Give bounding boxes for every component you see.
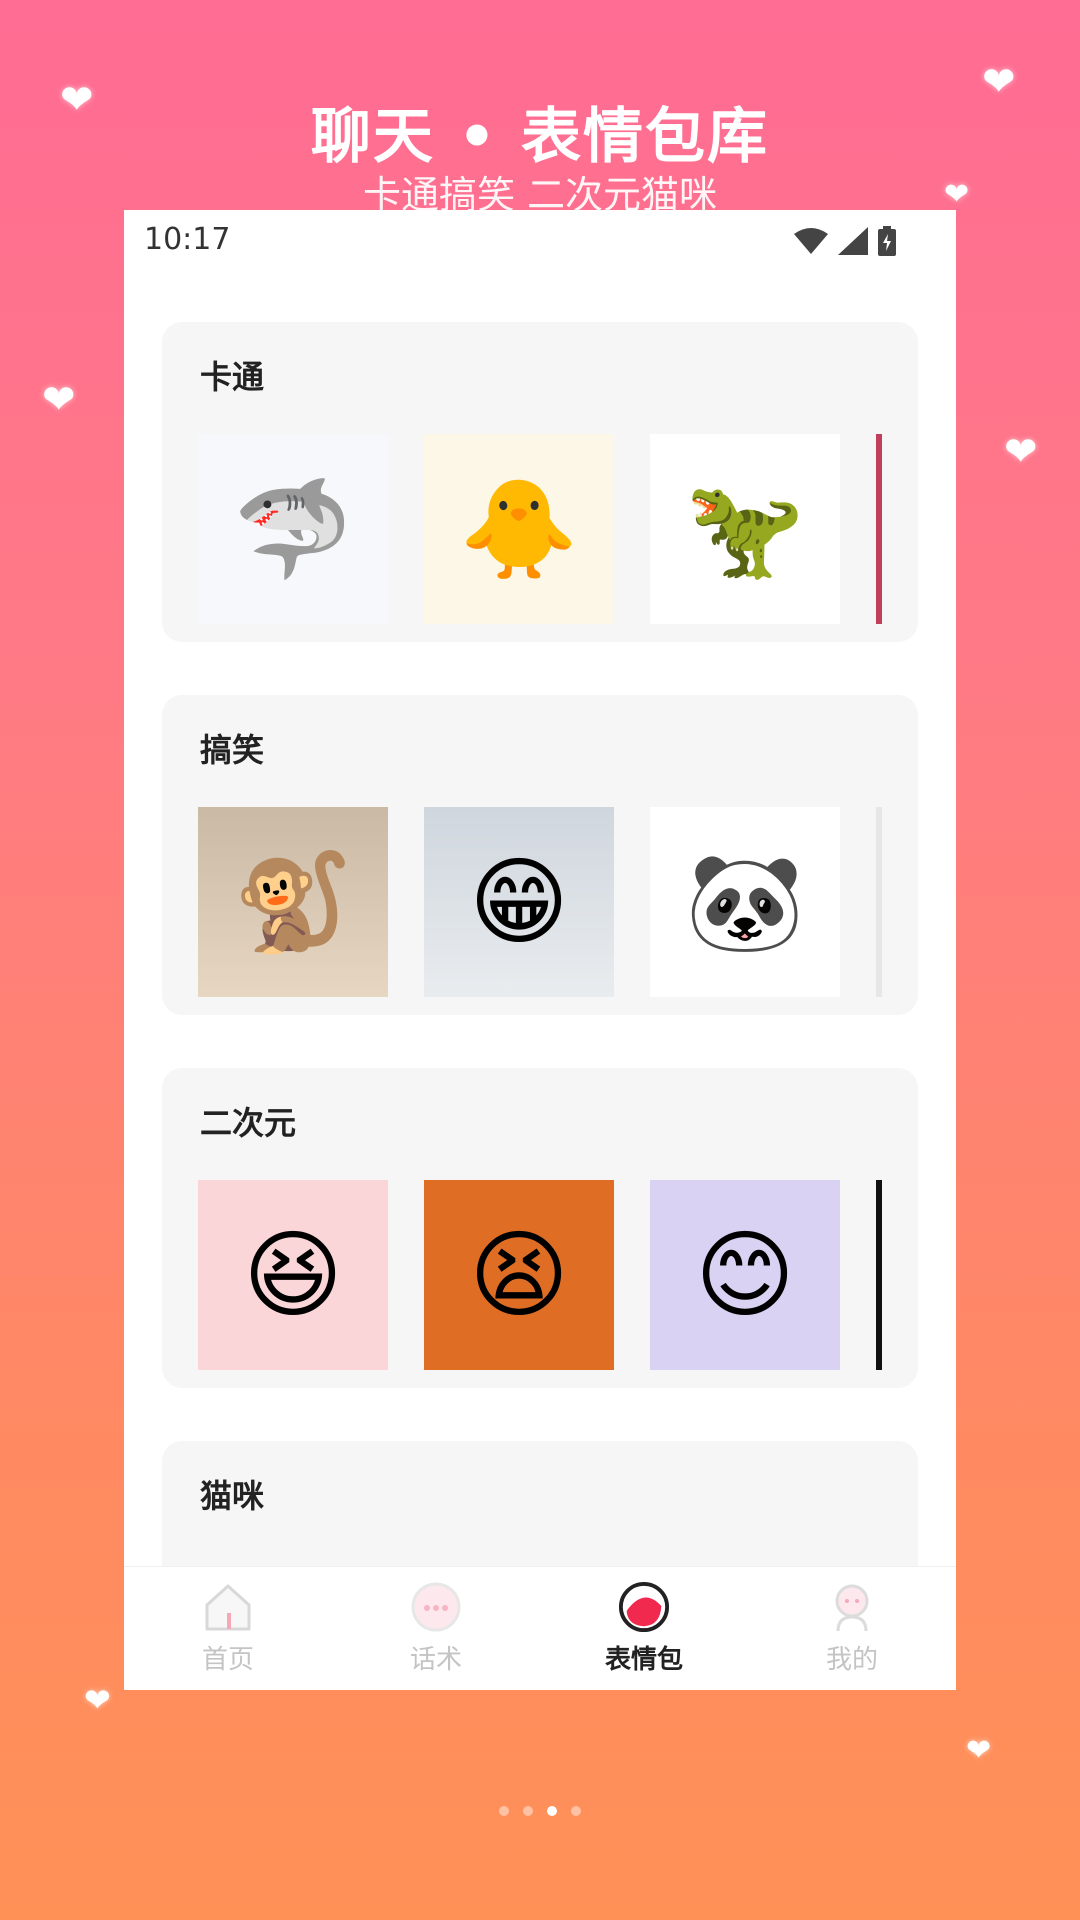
sticker-row: 🐒 😁 🐼 [198,807,882,997]
status-bar: 10:17 [124,210,956,276]
tab-home[interactable]: 首页 [124,1567,332,1690]
page-dot[interactable] [571,1806,581,1816]
sticker-row: 😆 😫 😊 [198,1180,882,1370]
tab-label: 表情包 [604,1645,683,1675]
status-time: 10:17 [144,222,231,257]
dinosaur-cartoon-sticker[interactable]: 🦖 [650,434,840,624]
category-list: 卡通 🦈 🐥 🦖 搞笑 🐒 😁 🐼 二次元 😆 😫 😊 猫咪 [162,322,918,1634]
panda-head-meme-sticker[interactable]: 🐼 [650,807,840,997]
sticker-peek[interactable] [876,434,882,624]
laughing-man-meme-sticker[interactable]: 😁 [424,807,614,997]
sticker-peek[interactable] [876,807,882,997]
bottom-tab-bar: 首页 话术 表情包 我的 [124,1566,956,1690]
signal-icon [838,227,868,255]
tab-phrases[interactable]: 话术 [332,1567,540,1690]
tab-label: 我的 [825,1645,878,1675]
battery-icon [878,226,896,256]
page-dot[interactable] [523,1806,533,1816]
monkey-meme-sticker[interactable]: 🐒 [198,807,388,997]
profile-icon [826,1581,878,1633]
category-title: 卡通 [200,358,265,396]
page-dot[interactable] [499,1806,509,1816]
duck-cartoon-sticker[interactable]: 🐥 [424,434,614,624]
category-title: 猫咪 [200,1477,265,1515]
promo-title: 聊天 • 表情包库 [310,102,770,172]
status-icons [794,226,896,256]
heart-icon: ❤ [84,1681,111,1719]
shark-cartoon-sticker[interactable]: 🦈 [198,434,388,624]
heart-icon: ❤ [944,177,970,212]
tab-stickers[interactable]: 表情包 [540,1567,748,1690]
category-card-anime: 二次元 😆 😫 😊 [162,1068,918,1388]
chat-bubble-icon [410,1581,462,1633]
category-title: 二次元 [200,1104,297,1142]
sticker-icon [618,1581,670,1633]
sticker-row: 🦈 🐥 🦖 [198,434,882,624]
category-card-cats: 猫咪 [162,1441,918,1581]
orange-hood-anime-sticker[interactable]: 😫 [424,1180,614,1370]
tab-label: 首页 [201,1645,254,1675]
home-icon [202,1581,254,1633]
heart-icon: ❤ [42,377,76,423]
sticker-peek[interactable] [876,1180,882,1370]
heart-icon: ❤ [1004,429,1038,475]
heart-icon: ❤ [982,59,1016,105]
category-card-cartoon: 卡通 🦈 🐥 🦖 [162,322,918,642]
pink-hair-anime-sticker[interactable]: 😆 [198,1180,388,1370]
page-dot-active[interactable] [547,1806,557,1816]
heart-icon: ❤ [966,1733,992,1768]
wifi-icon [794,228,828,254]
tab-mine[interactable]: 我的 [748,1567,956,1690]
category-card-funny: 搞笑 🐒 😁 🐼 [162,695,918,1015]
category-title: 搞笑 [200,731,265,769]
purple-hair-anime-sticker[interactable]: 😊 [650,1180,840,1370]
heart-icon: ❤ [60,77,94,123]
tab-label: 话术 [409,1645,462,1675]
phone-screen: 10:17 卡通 🦈 🐥 🦖 搞笑 🐒 😁 🐼 二次元 😆 😫 😊 猫咪 首页 … [124,210,956,1690]
page-indicator [0,1806,1080,1816]
